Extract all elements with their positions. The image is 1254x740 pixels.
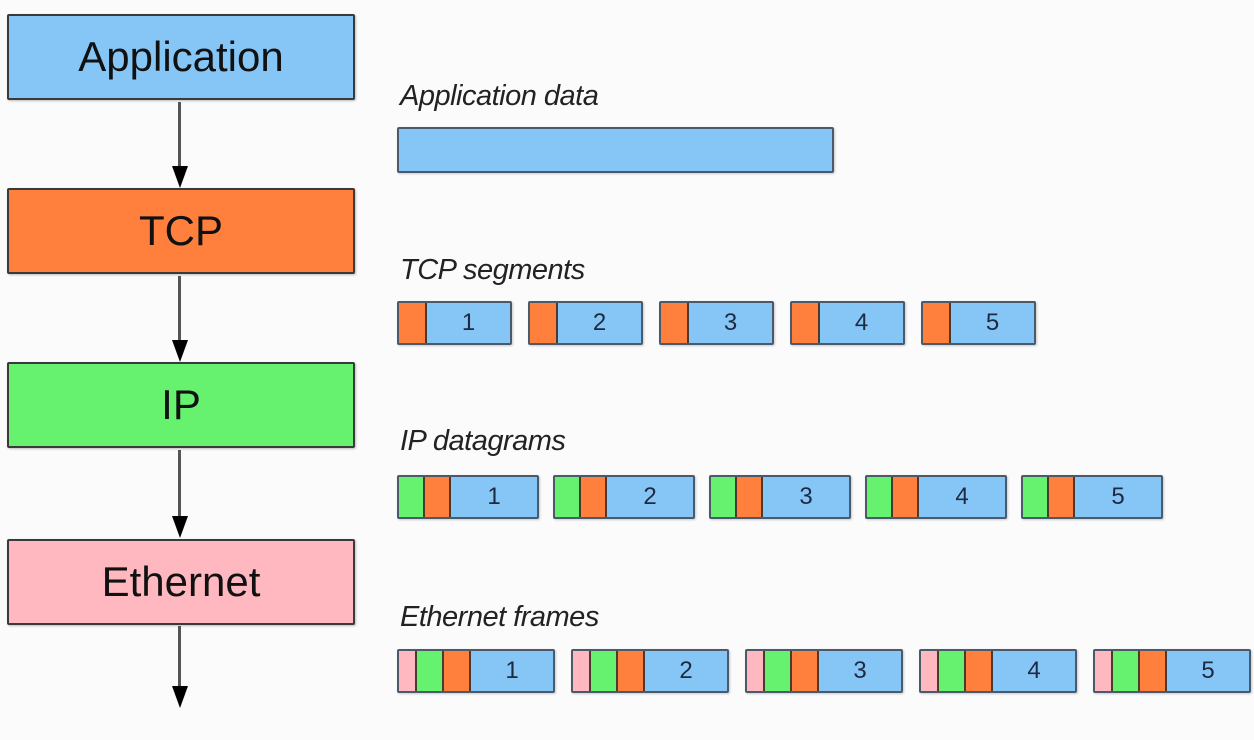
layer-application: Application	[7, 14, 355, 100]
payload-number: 4	[820, 303, 903, 343]
tcp-header	[737, 477, 763, 517]
arrow-down-icon	[172, 102, 188, 188]
payload-number: 1	[471, 651, 553, 691]
ethernet-packet-4: 4	[919, 649, 1077, 693]
ip-header	[867, 477, 893, 517]
ethernet-header	[1095, 651, 1113, 691]
payload-number: 5	[1167, 651, 1249, 691]
ethernet-packet-1: 1	[397, 649, 555, 693]
ip-header	[417, 651, 444, 691]
application-data-bar	[397, 127, 834, 173]
layer-tcp-label: TCP	[139, 207, 223, 254]
layer-application-label: Application	[78, 33, 284, 80]
tcp-segments-label: TCP segments	[400, 254, 585, 286]
ip-header	[1023, 477, 1049, 517]
payload-number: 1	[427, 303, 510, 343]
application-data-label: Application data	[400, 80, 599, 112]
ethernet-frames-label: Ethernet frames	[400, 601, 599, 633]
layer-tcp: TCP	[7, 188, 355, 274]
tcp-header	[661, 303, 689, 343]
tcp-header	[792, 303, 820, 343]
ip-header	[1113, 651, 1140, 691]
ethernet-packet-2: 2	[571, 649, 729, 693]
tcp-header	[792, 651, 819, 691]
payload-number: 5	[951, 303, 1034, 343]
payload-number: 4	[919, 477, 1005, 517]
tcp-header	[966, 651, 993, 691]
tcp-header	[425, 477, 451, 517]
ethernet-header	[921, 651, 939, 691]
payload-number: 5	[1075, 477, 1161, 517]
ip-header	[765, 651, 792, 691]
payload-number: 3	[763, 477, 849, 517]
tcp-packet-5: 5	[921, 301, 1036, 345]
layer-ip-label: IP	[161, 381, 201, 428]
payload-number: 2	[645, 651, 727, 691]
layer-ethernet: Ethernet	[7, 539, 355, 625]
payload-number: 2	[607, 477, 693, 517]
ip-header	[939, 651, 966, 691]
tcp-packet-2: 2	[528, 301, 643, 345]
tcp-packet-3: 3	[659, 301, 774, 345]
ip-header	[711, 477, 737, 517]
ip-datagrams-label: IP datagrams	[400, 425, 566, 457]
ethernet-packet-3: 3	[745, 649, 903, 693]
ethernet-header	[399, 651, 417, 691]
ip-header	[555, 477, 581, 517]
tcp-header	[444, 651, 471, 691]
ip-packet-3: 3	[709, 475, 851, 519]
tcp-header	[1049, 477, 1075, 517]
ethernet-header	[573, 651, 591, 691]
tcp-header	[1140, 651, 1167, 691]
tcp-packet-4: 4	[790, 301, 905, 345]
payload-number: 2	[558, 303, 641, 343]
ip-packet-4: 4	[865, 475, 1007, 519]
tcp-header	[581, 477, 607, 517]
payload-number: 4	[993, 651, 1075, 691]
ip-packet-5: 5	[1021, 475, 1163, 519]
layer-ip: IP	[7, 362, 355, 448]
arrow-down-icon	[172, 450, 188, 538]
payload-number: 1	[451, 477, 537, 517]
arrow-down-icon	[172, 276, 188, 362]
tcp-packet-1: 1	[397, 301, 512, 345]
payload-number: 3	[819, 651, 901, 691]
tcp-header	[399, 303, 427, 343]
arrow-down-icon	[172, 626, 188, 712]
ethernet-header	[747, 651, 765, 691]
tcp-header	[923, 303, 951, 343]
ip-packet-1: 1	[397, 475, 539, 519]
ip-header	[399, 477, 425, 517]
ip-header	[591, 651, 618, 691]
tcp-header	[893, 477, 919, 517]
layer-ethernet-label: Ethernet	[101, 558, 261, 605]
payload-number: 3	[689, 303, 772, 343]
ip-packet-2: 2	[553, 475, 695, 519]
tcp-header	[530, 303, 558, 343]
ethernet-packet-5: 5	[1093, 649, 1251, 693]
tcp-header	[618, 651, 645, 691]
